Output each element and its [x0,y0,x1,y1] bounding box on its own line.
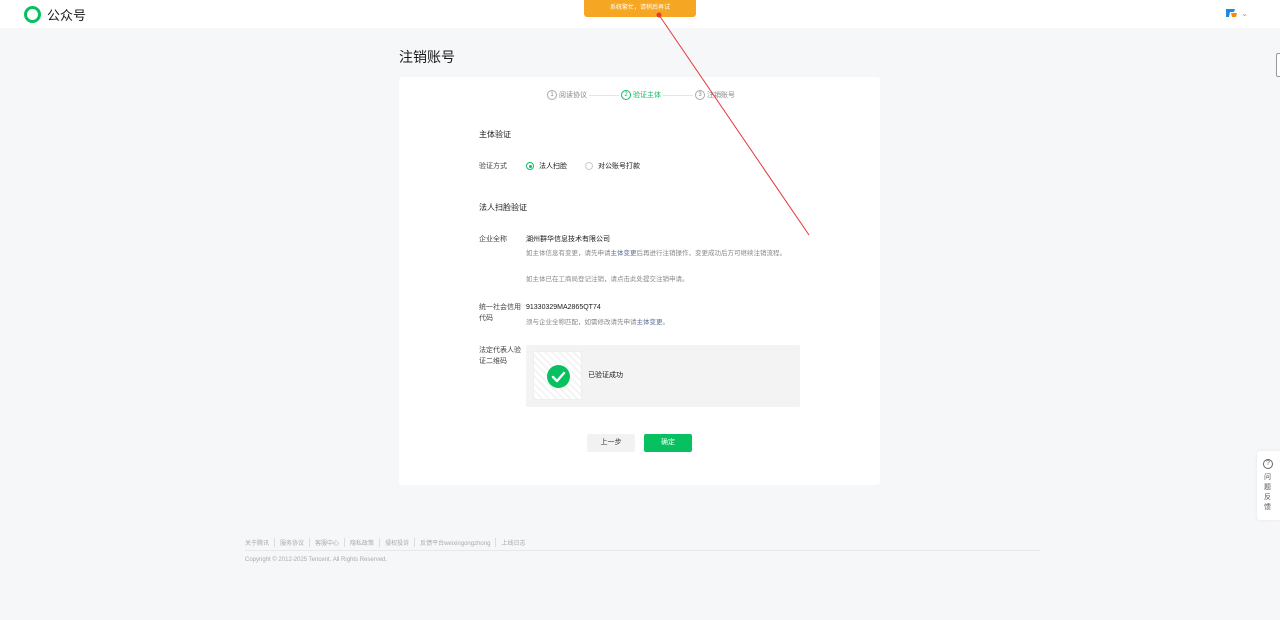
subject-change-link[interactable]: 主体变更 [611,250,637,257]
hint-text: 如主体信息有变更，请先申请 [526,250,611,257]
radio-label: 对公账号打款 [598,163,640,170]
feedback-label: 问题反馈 [1264,474,1271,511]
step-number: 2 [621,90,631,100]
copyright-text: Copyright © 2012-2025 Tencent. All Right… [245,557,388,563]
logo[interactable]: 公众号 [24,5,86,23]
confirm-button[interactable]: 确定 [644,434,692,452]
footer-link[interactable]: 侵权投诉 [379,538,414,547]
hint-text: 后再进行注销操作，变更成功后方可继续注销流程。 [636,250,787,257]
footer-links: 关于腾讯 服务协议 客服中心 隐私政策 侵权投诉 反馈平台weixingongz… [245,538,530,547]
step-number: 3 [695,90,705,100]
legal-rep-qr-label: 法定代表人验证二维码 [479,347,521,365]
radio-bank-transfer[interactable]: 对公账号打款 [585,161,640,171]
notice-banner: 系统繁忙，请稍后再试 [584,0,696,17]
verify-method-radio-group: 法人扫脸 对公账号打款 [526,161,658,171]
chevron-down-icon: ⌄ [1241,8,1248,18]
step-label: 注销账号 [707,92,735,99]
step-divider [663,94,693,96]
verify-status-text: 已验证成功 [588,372,623,379]
step-number: 1 [547,90,557,100]
step-divider [589,94,619,96]
credit-code-hint: 须与企业全称匹配，如需修改请先申请主体变更。 [526,318,806,328]
company-name-label: 企业全称 [479,236,507,243]
step-read-agreement: 1 阅读协议 [547,90,587,100]
step-cancel-account: 3 注销账号 [695,90,735,100]
radio-face-scan[interactable]: 法人扫脸 [526,161,567,171]
account-logo-icon [1225,7,1239,19]
wechat-mp-logo-icon [24,5,41,23]
feedback-float[interactable]: ? 问题反馈 [1257,451,1280,520]
credit-code-label: 统一社会信用代码 [479,304,521,322]
footer-link[interactable]: 上线日志 [495,538,530,547]
hint-text: 。 [662,319,670,326]
footer-link[interactable]: 客服中心 [309,538,344,547]
hint-text: 须与企业全称匹配，如需修改请先申请 [526,319,637,326]
page-title: 注销账号 [399,49,455,65]
credit-code-value: 91330329MA2865QT74 [526,304,601,311]
company-change-hint: 如主体信息有变更，请先申请主体变更后再进行注销操作，变更成功后方可继续注销流程。 [526,249,806,259]
company-deregistered-hint: 如主体已在工商局登记注销，请点击此处提交注销申请。 [526,276,689,283]
footer-divider [245,550,1040,551]
legal-rep-verify-box: 已验证成功 [526,345,800,407]
success-check-icon [547,365,570,388]
footer-link[interactable]: 隐私政策 [344,538,379,547]
section-title-face-verify: 法人扫脸验证 [479,203,527,212]
side-panel-handle[interactable] [1276,53,1280,77]
radio-label: 法人扫脸 [539,163,567,170]
previous-step-button[interactable]: 上一步 [587,434,635,452]
main-card: 1 阅读协议 2 验证主体 3 注销账号 主体验证 验证方式 法人扫脸 对公账号… [399,77,880,485]
step-indicator: 1 阅读协议 2 验证主体 3 注销账号 [547,89,735,101]
verify-method-label: 验证方式 [479,163,507,170]
footer-link[interactable]: 关于腾讯 [245,538,274,547]
section-title-subject-verify: 主体验证 [479,130,511,139]
footer-link[interactable]: 反馈平台weixingongzhong [414,538,495,547]
step-label: 验证主体 [633,92,661,99]
help-icon: ? [1263,459,1273,469]
radio-unchecked-icon [585,162,593,170]
account-menu[interactable]: ⌄ [1225,7,1248,19]
logo-text: 公众号 [47,7,87,23]
footer-link[interactable]: 服务协议 [274,538,309,547]
subject-change-link[interactable]: 主体变更 [637,319,663,326]
step-label: 阅读协议 [559,92,587,99]
step-verify-subject: 2 验证主体 [621,90,661,100]
radio-checked-icon [526,162,534,170]
company-name-value: 湖州群华信息技术有限公司 [526,236,610,243]
qr-code [533,351,582,400]
